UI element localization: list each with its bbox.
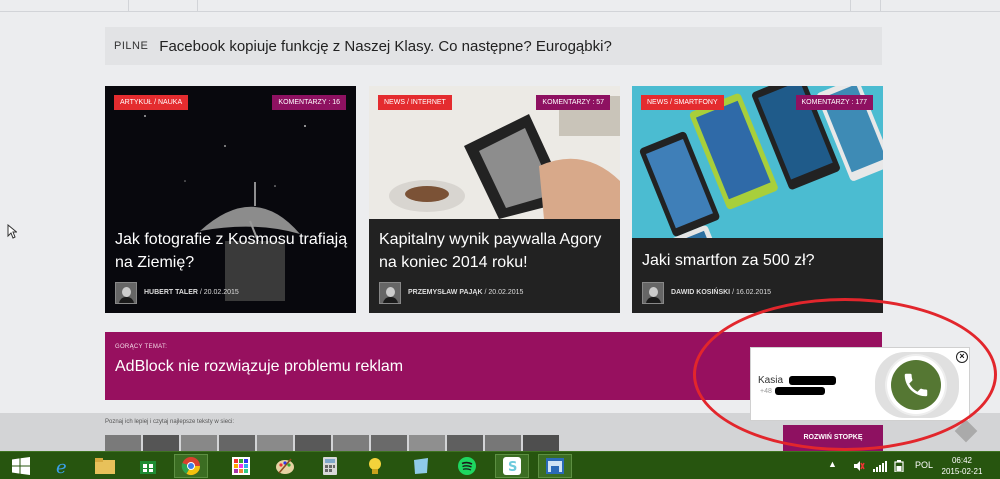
author-name[interactable]: HUBERT TALER (144, 289, 198, 296)
article-headline[interactable]: Jaki smartfon za 500 zł? (642, 249, 877, 272)
lightbulb-icon (369, 458, 381, 474)
call-widget[interactable]: Kasia +48 × (750, 347, 970, 421)
author-face[interactable] (295, 435, 331, 451)
author-avatar[interactable] (115, 281, 137, 304)
author-face[interactable] (333, 435, 369, 451)
calculator-taskbar-button[interactable] (313, 454, 347, 478)
folder-icon (95, 458, 115, 474)
author-face[interactable] (257, 435, 293, 451)
breaking-headline[interactable]: Facebook kopiuje funkcję z Naszej Klasy.… (159, 38, 611, 55)
article-card[interactable]: ARTYKUŁ / NAUKA KOMENTARZY : 16 Jak foto… (105, 86, 356, 313)
comment-count-badge[interactable]: KOMENTARZY : 16 (272, 95, 346, 110)
author-face[interactable] (143, 435, 179, 451)
internet-explorer-icon: e (56, 457, 67, 476)
spotify-icon (458, 457, 476, 475)
article-card[interactable]: NEWS / INTERNET KOMENTARZY : 57 Kapitaln… (369, 86, 620, 313)
article-headline[interactable]: Kapitalny wynik paywalla Agory na koniec… (379, 228, 614, 274)
windows-logo-icon (12, 457, 30, 475)
author-face[interactable] (409, 435, 445, 451)
category-badge[interactable]: ARTYKUŁ / NAUKA (114, 95, 189, 110)
note-icon (414, 458, 428, 474)
author-face[interactable] (523, 435, 559, 451)
article-card[interactable]: NEWS / SMARTFONY KOMENTARZY : 177 Jaki s… (632, 86, 883, 313)
category-badge[interactable]: NEWS / SMARTFONY (641, 95, 724, 110)
mouse-cursor-icon (7, 224, 17, 239)
author-name[interactable]: PRZEMYSŁAW PAJĄK (408, 289, 483, 296)
svg-text:e: e (56, 457, 67, 476)
paint-taskbar-button[interactable] (268, 454, 302, 478)
footer-intro: Poznaj ich lepiej i czytaj najlepsze tek… (105, 419, 235, 425)
breaking-label: PILNE (114, 40, 149, 52)
system-clock[interactable]: 06:42 2015-02-21 (937, 455, 987, 477)
redacted-surname (789, 376, 836, 385)
window-preview-icon (546, 458, 564, 474)
author-face[interactable] (371, 435, 407, 451)
author-line: PRZEMYSŁAW PAJĄK / 20.02.2015 (379, 281, 523, 304)
top-divider (880, 0, 881, 12)
signal-strength-icon[interactable] (873, 460, 887, 472)
chrome-icon (181, 457, 200, 476)
author-avatar[interactable] (642, 281, 664, 304)
slack-icon: S (503, 457, 521, 475)
author-faces-row (105, 435, 559, 451)
top-divider (850, 0, 851, 12)
author-face[interactable] (485, 435, 521, 451)
caller-phone-prefix: +48 (760, 388, 772, 395)
caller-name: Kasia (758, 375, 784, 386)
spotify-taskbar-button[interactable] (450, 454, 484, 478)
svg-text:S: S (508, 460, 517, 475)
publish-date: / 16.02.2015 (730, 289, 771, 296)
author-face[interactable] (181, 435, 217, 451)
phone-icon (904, 373, 928, 397)
page-top-strip (0, 0, 1000, 12)
comment-count-badge[interactable]: KOMENTARZY : 57 (536, 95, 610, 110)
hot-topic-kicker: GORĄCY TEMAT: (115, 344, 168, 350)
top-divider (197, 0, 198, 12)
store-taskbar-button[interactable] (131, 454, 165, 478)
call-button[interactable] (887, 356, 945, 414)
clock-time: 06:42 (951, 456, 973, 465)
redacted-phone (775, 387, 825, 395)
slack-taskbar-button[interactable]: S (495, 454, 529, 478)
author-face[interactable] (105, 435, 141, 451)
satellite-dish-image (105, 86, 356, 313)
apps-taskbar-button[interactable] (224, 454, 258, 478)
window-taskbar-button[interactable] (538, 454, 572, 478)
category-badge[interactable]: NEWS / INTERNET (378, 95, 452, 110)
grid-apps-icon (232, 457, 250, 475)
author-name[interactable]: DAWID KOSIŃSKI (671, 289, 730, 296)
top-divider (128, 0, 129, 12)
breaking-news-bar[interactable]: PILNE Facebook kopiuje funkcję z Naszej … (105, 27, 882, 65)
article-headline[interactable]: Jak fotografie z Kosmosu trafiają na Zie… (115, 228, 350, 274)
sticky-notes-taskbar-button[interactable] (404, 454, 438, 478)
publish-date: / 20.02.2015 (197, 289, 239, 296)
author-line: HUBERT TALER / 20.02.2015 (115, 281, 239, 304)
volume-muted-icon[interactable] (853, 460, 865, 472)
clock-date: 2015-02-21 (941, 467, 983, 476)
input-language[interactable]: POL (915, 460, 933, 470)
battery-icon[interactable] (894, 460, 904, 472)
author-face[interactable] (219, 435, 255, 451)
author-face[interactable] (447, 435, 483, 451)
calculator-icon (323, 457, 337, 475)
tray-expand-icon[interactable]: ▲ (828, 459, 837, 469)
chrome-taskbar-button[interactable] (174, 454, 208, 478)
ie-taskbar-button[interactable]: e (46, 454, 80, 478)
store-icon (140, 461, 156, 474)
explorer-taskbar-button[interactable] (88, 454, 122, 478)
publish-date: / 20.02.2015 (482, 289, 524, 296)
start-button[interactable] (4, 454, 38, 478)
notes-taskbar-button[interactable] (358, 454, 392, 478)
close-icon[interactable]: × (956, 351, 968, 363)
windows-taskbar: e S ▲ POL 06:42 2015-02-21 (0, 451, 1000, 479)
author-line: DAWID KOSIŃSKI / 16.02.2015 (642, 281, 771, 304)
comment-count-badge[interactable]: KOMENTARZY : 177 (795, 95, 873, 110)
hot-topic-title[interactable]: AdBlock nie rozwiązuje problemu reklam (115, 358, 403, 376)
paint-palette-icon (276, 458, 294, 474)
author-avatar[interactable] (379, 281, 401, 304)
expand-footer-button[interactable]: ROZWIŃ STOPKĘ (783, 425, 883, 451)
